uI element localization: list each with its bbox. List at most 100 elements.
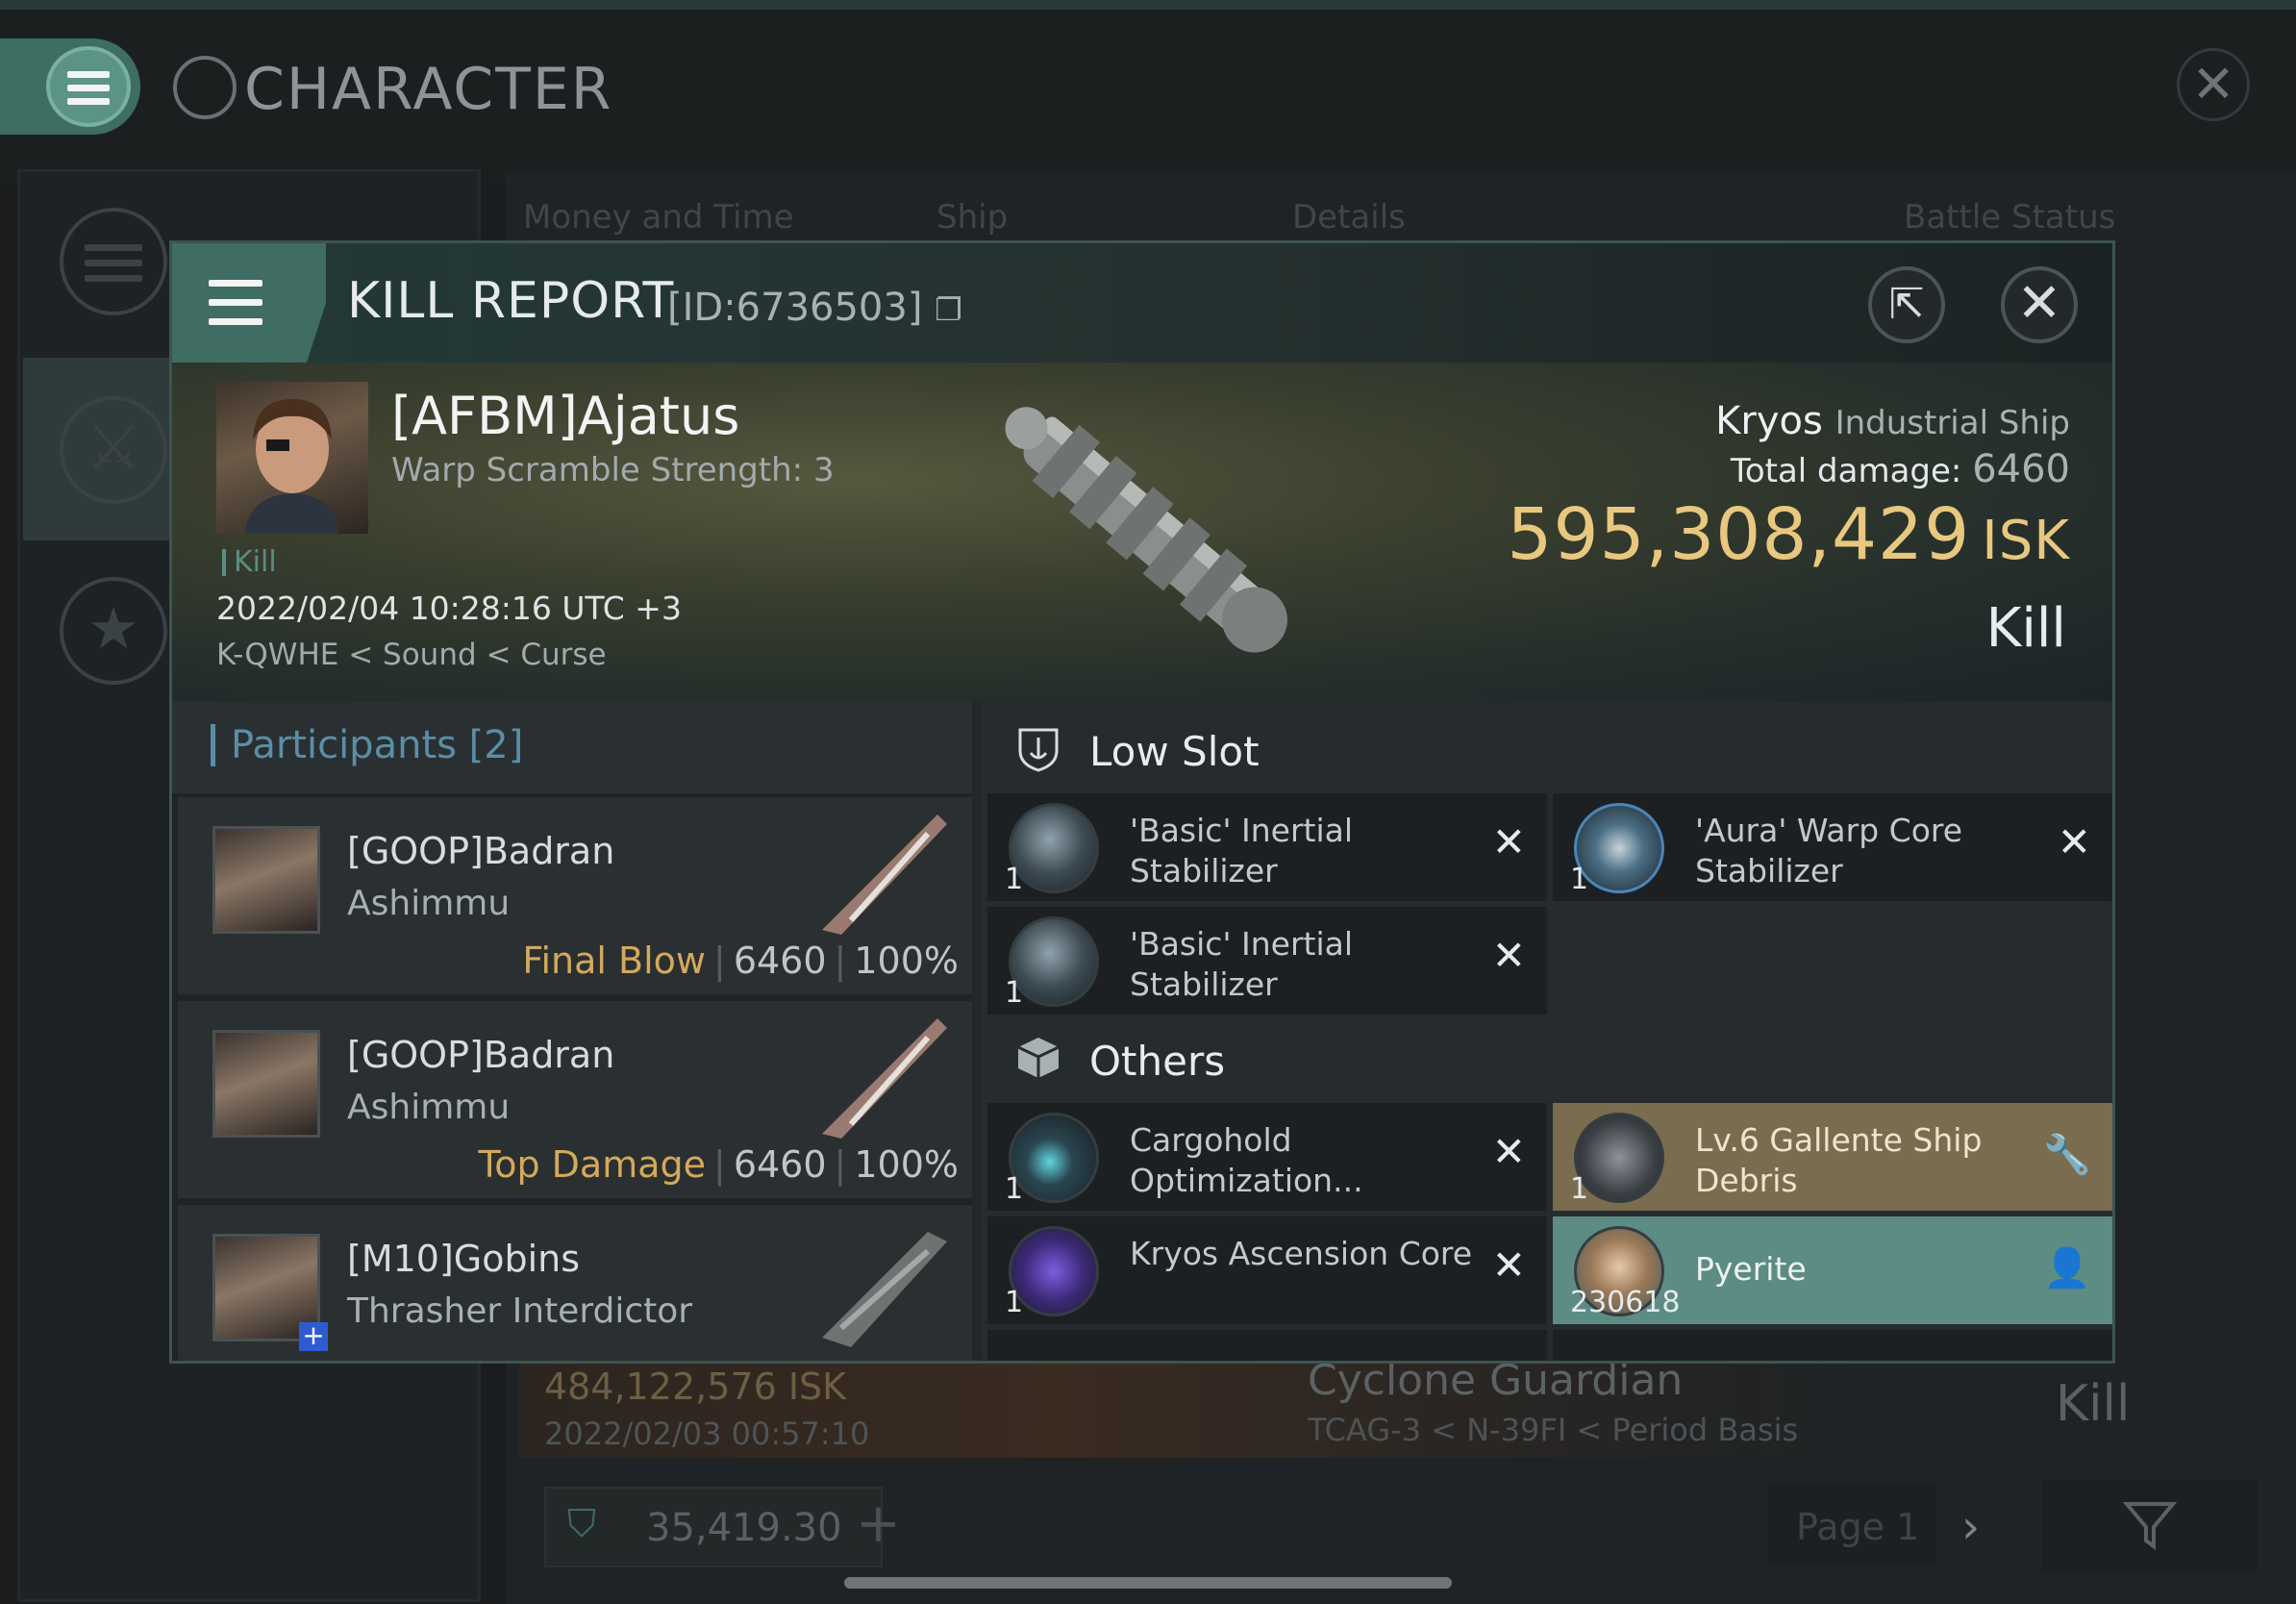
participant-portrait — [212, 1030, 320, 1138]
main-menu-button[interactable] — [0, 38, 140, 135]
filter-icon — [2122, 1502, 2178, 1550]
participant-ship-image — [822, 1232, 947, 1347]
participant-ship-image — [822, 815, 947, 935]
filter-button[interactable] — [2042, 1479, 2258, 1573]
destroyed-x-icon: ✕ — [2057, 818, 2091, 865]
others-header: Others — [982, 1011, 2112, 1103]
item-quantity: 1 — [1005, 863, 1024, 896]
fitting-item[interactable] — [987, 1330, 1547, 1361]
close-icon: ✕ — [2016, 272, 2062, 335]
share-button[interactable]: ⇱ — [1868, 266, 1945, 343]
crossed-swords-icon: ⚔ — [60, 396, 167, 504]
shield-icon: ⛉ — [567, 1502, 596, 1546]
total-damage: Total damage: 6460 — [1731, 447, 2070, 491]
participant-ship-image — [822, 1018, 947, 1139]
victim-portrait[interactable] — [216, 382, 368, 534]
kill-id[interactable]: [ID:6736503] ❐ — [667, 286, 962, 330]
participant-stats: Top Damage | 6460 | 100% — [478, 1143, 959, 1186]
row-time: 2022/02/03 00:57:10 — [544, 1416, 870, 1452]
modal-header: KILL REPORT [ID:6736503] ❐ ⇱ ✕ — [172, 243, 2112, 363]
scrollbar[interactable] — [844, 1577, 1452, 1589]
plus-badge-icon: + — [299, 1322, 328, 1351]
item-name: 'Basic' Inertial Stabilizer — [1130, 925, 1354, 1003]
participant-label: Top Damage — [478, 1143, 707, 1186]
victim-name[interactable]: [AFBM]Ajatus — [391, 386, 739, 446]
item-name: Kryos Ascension Core — [1130, 1235, 1473, 1272]
person-icon[interactable]: 👤 — [2043, 1245, 2091, 1291]
list-menu-icon[interactable] — [60, 208, 167, 315]
participant-label: Final Blow — [522, 940, 707, 982]
kill-location[interactable]: K-QWHE < Sound < Curse — [216, 638, 607, 672]
kill-id-text: [ID:6736503] — [667, 286, 923, 330]
item-name: Cargohold Optimization... — [1130, 1121, 1363, 1199]
participant-ship: Ashimmu — [347, 884, 511, 923]
item-quantity: 1 — [1570, 863, 1589, 896]
isk-amount: 595,308,429 — [1507, 493, 1971, 576]
star-icon[interactable]: ★ — [60, 577, 167, 685]
item-quantity: 1 — [1570, 1172, 1589, 1206]
item-quantity: 1 — [1005, 976, 1024, 1010]
participants-header: Participants [2] — [172, 701, 972, 793]
item-name: Lv.6 Gallente Ship Debris — [1695, 1121, 1983, 1199]
participant-name: [GOOP]Badran — [347, 1034, 615, 1076]
modal-close-button[interactable]: ✕ — [2001, 266, 2078, 343]
copy-icon[interactable]: ❐ — [935, 291, 962, 328]
isk-value: 595,308,429 ISK — [1507, 493, 2070, 576]
loot-item[interactable]: 230618 Pyerite 👤 — [1553, 1216, 2112, 1324]
destroyed-x-icon: ✕ — [1491, 932, 1526, 979]
destroyed-x-icon: ✕ — [1491, 1241, 1526, 1289]
participant-row[interactable]: [GOOP]Badran Ashimmu Top Damage | 6460 | 100… — [178, 1001, 972, 1201]
item-quantity: 1 — [1005, 1286, 1024, 1319]
wrench-icon[interactable]: 🔧 — [2043, 1132, 2091, 1177]
kill-hero: [AFBM]Ajatus Warp Scramble Strength: 3 K… — [172, 363, 2112, 701]
destroyed-x-icon: ✕ — [1491, 1128, 1526, 1175]
close-button[interactable]: ✕ — [2177, 48, 2250, 121]
fitting-item[interactable]: 1 'Basic' Inertial Stabilizer ✕ — [987, 793, 1547, 901]
participants-panel: Participants [2] [GOOP]Badran Ashimmu Fi… — [172, 701, 972, 1361]
total-damage-label: Total damage: — [1730, 452, 1962, 490]
participant-name: [M10]Gobins — [347, 1238, 581, 1280]
balance-value: 35,419.30 — [646, 1506, 842, 1550]
row-result: Kill — [2056, 1375, 2131, 1433]
participant-stats: Final Blow | 6460 | 100% — [522, 940, 959, 982]
participant-damage: 6460 — [733, 1143, 827, 1186]
participants-heading: Participants [2] — [211, 724, 523, 766]
column-header-money: Money and Time — [523, 198, 794, 237]
modal-menu-button[interactable] — [172, 243, 326, 363]
shield-icon — [1018, 728, 1059, 772]
fitting-item[interactable] — [1553, 1330, 2112, 1361]
fitting-item[interactable]: 1 Cargohold Optimization... ✕ — [987, 1103, 1547, 1211]
fitting-item[interactable]: 1 'Aura' Warp Core Stabilizer ✕ — [1553, 793, 2112, 901]
page-title: CHARACTER — [244, 56, 613, 123]
fitting-item[interactable]: 1 Kryos Ascension Core ✕ — [987, 1216, 1547, 1324]
kill-tag: Kill — [222, 548, 277, 577]
loot-item[interactable]: 1 Lv.6 Gallente Ship Debris 🔧 — [1553, 1103, 2112, 1211]
participant-damage: 6460 — [733, 940, 827, 982]
column-header-status: Battle Status — [1904, 198, 2116, 237]
column-header-ship: Ship — [936, 198, 1009, 237]
add-button[interactable]: + — [856, 1492, 901, 1555]
item-quantity: 230618 — [1570, 1286, 1681, 1319]
cube-icon — [1017, 1038, 1060, 1078]
menu-icon — [46, 46, 131, 127]
item-name: 'Aura' Warp Core Stabilizer — [1695, 812, 1963, 890]
low-slot-title: Low Slot — [1089, 728, 1260, 775]
victim-ship-class: Industrial Ship — [1834, 404, 2070, 442]
row-location: TCAG-3 < N-39FI < Period Basis — [1308, 1412, 1799, 1448]
participant-percent: 100% — [854, 1143, 959, 1186]
destroyed-x-icon: ✕ — [1491, 818, 1526, 865]
fitting-panel: Low Slot 1 'Basic' Inertial Stabilizer ✕… — [982, 701, 2112, 1361]
column-header-details: Details — [1292, 198, 1406, 237]
item-name: Pyerite — [1695, 1250, 1807, 1288]
participant-row[interactable]: + [M10]Gobins Thrasher Interdictor — [178, 1205, 972, 1361]
participant-row[interactable]: [GOOP]Badran Ashimmu Final Blow | 6460 | 100… — [178, 797, 972, 997]
others-title: Others — [1089, 1038, 1226, 1085]
total-damage-value: 6460 — [1972, 447, 2070, 491]
fitting-item[interactable]: 1 'Basic' Inertial Stabilizer ✕ — [987, 907, 1547, 1015]
victim-ship-name: Kryos — [1715, 399, 1823, 443]
page-label: Page 1 — [1796, 1506, 1920, 1548]
next-page-button[interactable]: › — [1961, 1500, 1980, 1554]
victim-ship[interactable]: Kryos Industrial Ship — [1715, 399, 2070, 443]
victim-ship-image — [1005, 407, 1287, 653]
kill-report-modal: KILL REPORT [ID:6736503] ❐ ⇱ ✕ [AFBM]Aja… — [169, 240, 2115, 1364]
